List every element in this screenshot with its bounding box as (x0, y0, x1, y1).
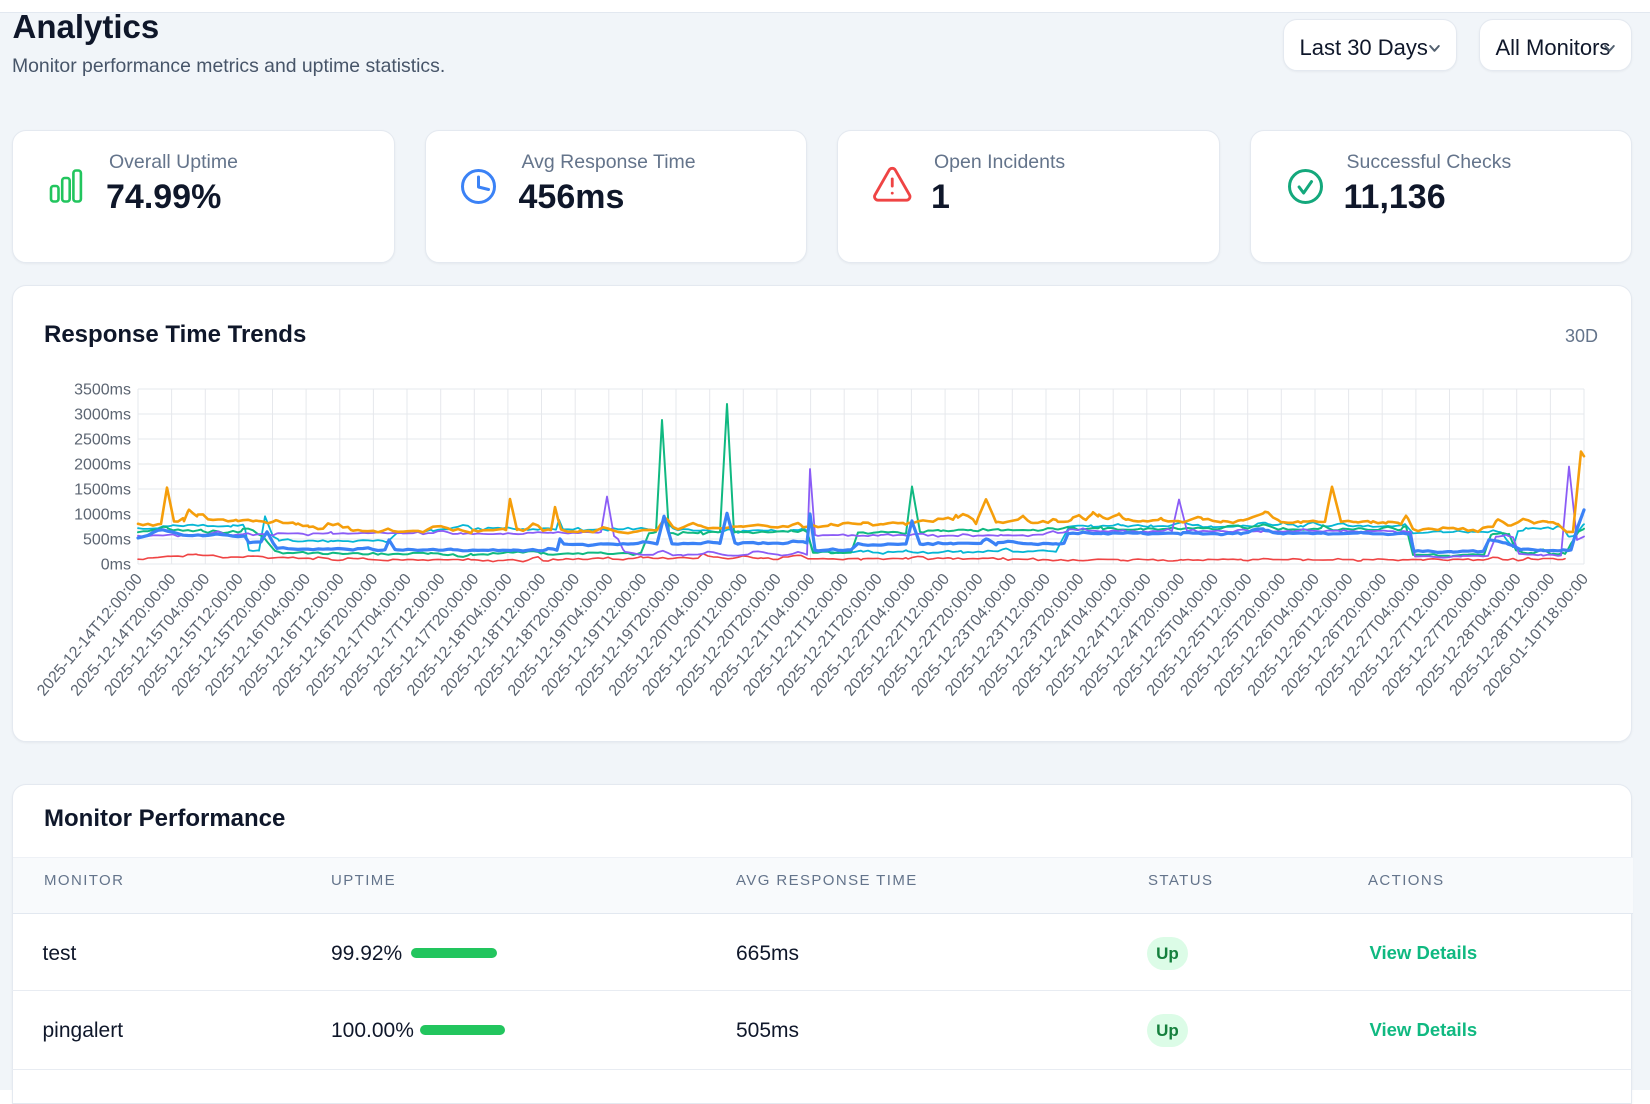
svg-text:3500ms: 3500ms (74, 382, 131, 399)
svg-text:500ms: 500ms (83, 532, 131, 549)
svg-text:1000ms: 1000ms (74, 507, 131, 524)
svg-text:3000ms: 3000ms (74, 407, 131, 424)
svg-text:2000ms: 2000ms (74, 457, 131, 474)
svg-text:2500ms: 2500ms (74, 432, 131, 449)
svg-text:0ms: 0ms (101, 557, 131, 574)
svg-text:1500ms: 1500ms (74, 482, 131, 499)
